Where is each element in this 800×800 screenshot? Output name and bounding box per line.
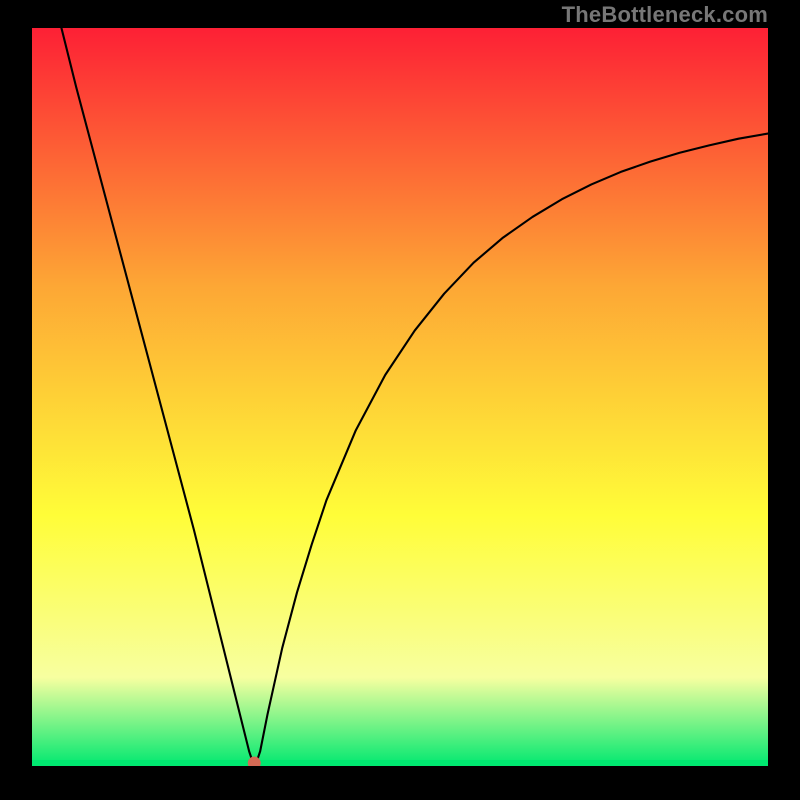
plot-area [32, 28, 768, 766]
gradient-background [32, 28, 768, 766]
watermark-text: TheBottleneck.com [562, 2, 768, 28]
chart-svg [32, 28, 768, 766]
chart-frame: TheBottleneck.com [0, 0, 800, 800]
bottom-green-strip [32, 760, 768, 766]
